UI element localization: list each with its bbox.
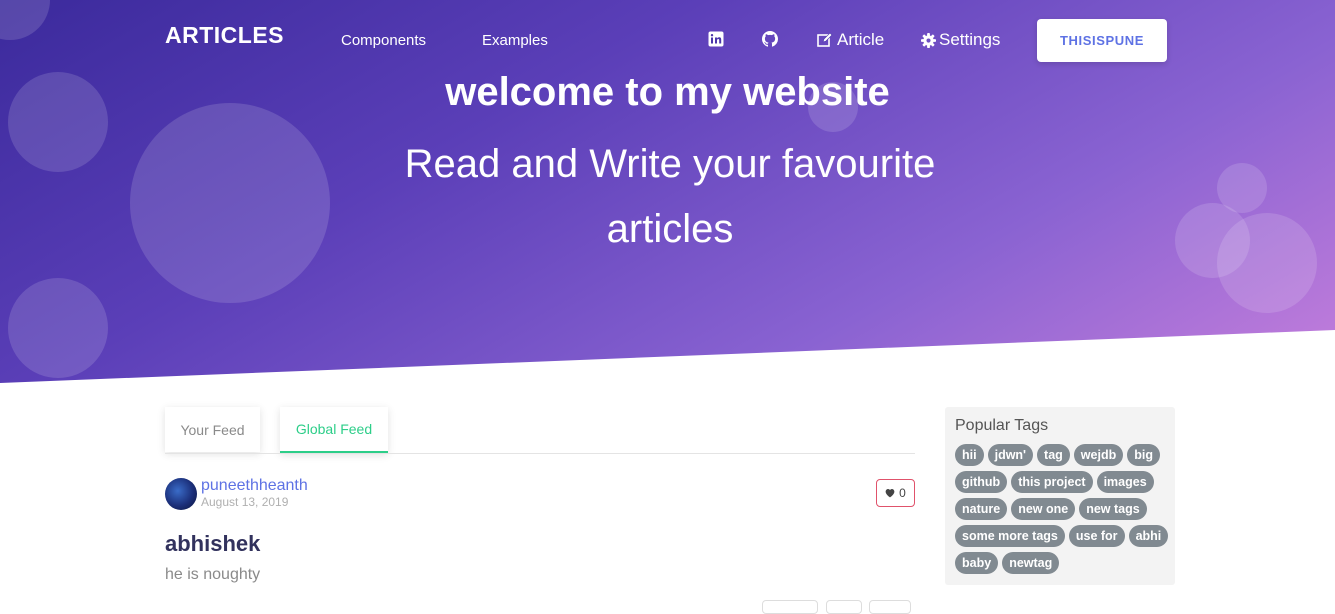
tag-pill[interactable]: nature bbox=[955, 498, 1008, 520]
brand-logo[interactable]: ARTICLES bbox=[165, 22, 284, 49]
tag-pill[interactable]: tag bbox=[1037, 444, 1070, 466]
tab-global-feed[interactable]: Global Feed bbox=[280, 407, 388, 453]
nav-link-article[interactable]: Article bbox=[817, 30, 884, 50]
tag-pill[interactable]: new tags bbox=[1079, 498, 1147, 520]
tag-pill[interactable]: github bbox=[955, 471, 1008, 493]
tag-pill[interactable]: wejdb bbox=[1073, 444, 1124, 466]
linkedin-icon[interactable] bbox=[708, 31, 724, 47]
article-description: he is noughty bbox=[165, 566, 261, 583]
favorite-button[interactable]: 0 bbox=[876, 479, 915, 507]
article-date: August 13, 2019 bbox=[201, 495, 289, 509]
user-profile-button[interactable]: THISISPUNE bbox=[1037, 19, 1167, 62]
tag-pill[interactable]: use for bbox=[1068, 525, 1125, 547]
article-tag-stub bbox=[869, 600, 911, 614]
decor-bubble bbox=[130, 103, 330, 303]
article-author-link[interactable]: puneethheanth bbox=[201, 477, 308, 495]
tag-pill[interactable]: baby bbox=[955, 552, 999, 574]
tag-pill[interactable]: some more tags bbox=[955, 525, 1065, 547]
article-title[interactable]: abhishek bbox=[165, 531, 260, 557]
nav-link-components[interactable]: Components bbox=[341, 32, 426, 49]
tag-pill[interactable]: abhi bbox=[1128, 525, 1169, 547]
nav-settings-label: Settings bbox=[939, 30, 1001, 49]
tab-divider bbox=[165, 453, 915, 454]
tag-pill[interactable]: newtag bbox=[1002, 552, 1060, 574]
article-tag-stub bbox=[826, 600, 862, 614]
favorite-count: 0 bbox=[899, 486, 906, 500]
tag-pill[interactable]: images bbox=[1096, 471, 1154, 493]
tag-pill[interactable]: new one bbox=[1011, 498, 1076, 520]
nav-article-label: Article bbox=[837, 30, 885, 49]
tag-pill[interactable]: big bbox=[1127, 444, 1160, 466]
decor-bubble bbox=[8, 278, 108, 378]
avatar[interactable] bbox=[165, 478, 197, 510]
nav-link-settings[interactable]: Settings bbox=[921, 30, 1000, 50]
top-navbar: ARTICLES Components Examples Article Set bbox=[0, 0, 1335, 80]
decor-bubble bbox=[1217, 213, 1317, 313]
nav-link-examples[interactable]: Examples bbox=[482, 32, 548, 49]
article-tag-stub bbox=[762, 600, 818, 614]
hero-subtitle: Read and Write your favourite articles bbox=[404, 142, 936, 251]
sidebar-title: Popular Tags bbox=[955, 417, 1049, 434]
tab-your-feed[interactable]: Your Feed bbox=[165, 407, 260, 452]
tag-pill[interactable]: jdwn' bbox=[987, 444, 1034, 466]
decor-bubble bbox=[1217, 163, 1267, 213]
popular-tags-sidebar: Popular Tags hii jdwn' tag wejdb big git… bbox=[945, 407, 1175, 585]
tag-list: hii jdwn' tag wejdb big github this proj… bbox=[955, 444, 1170, 574]
tag-pill[interactable]: hii bbox=[955, 444, 984, 466]
edit-icon bbox=[817, 32, 833, 47]
gear-icon bbox=[921, 32, 936, 48]
github-icon[interactable] bbox=[762, 31, 778, 47]
tag-pill[interactable]: this project bbox=[1011, 471, 1093, 493]
heart-icon bbox=[885, 488, 895, 498]
